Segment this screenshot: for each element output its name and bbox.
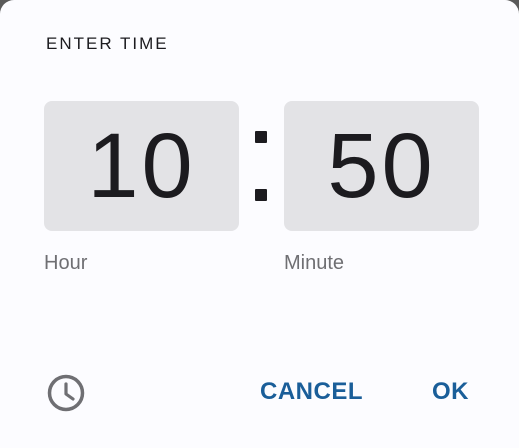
clock-icon — [47, 374, 85, 412]
dialog-title: ENTER TIME — [46, 34, 169, 53]
time-separator — [247, 131, 275, 201]
hour-caption: Hour — [44, 252, 88, 274]
minute-caption: Minute — [284, 252, 345, 274]
hour-input[interactable]: 10 — [44, 101, 239, 231]
cancel-button[interactable]: CANCEL — [260, 378, 363, 406]
clock-mode-toggle-button[interactable] — [46, 373, 86, 413]
minute-input[interactable]: 50 — [284, 101, 479, 231]
time-picker-dialog: ENTER TIME 10 50 Hour Minute CANCEL OK — [0, 0, 519, 448]
ok-button[interactable]: OK — [432, 378, 469, 406]
separator-dot-top — [255, 131, 267, 143]
separator-dot-bottom — [255, 189, 267, 201]
